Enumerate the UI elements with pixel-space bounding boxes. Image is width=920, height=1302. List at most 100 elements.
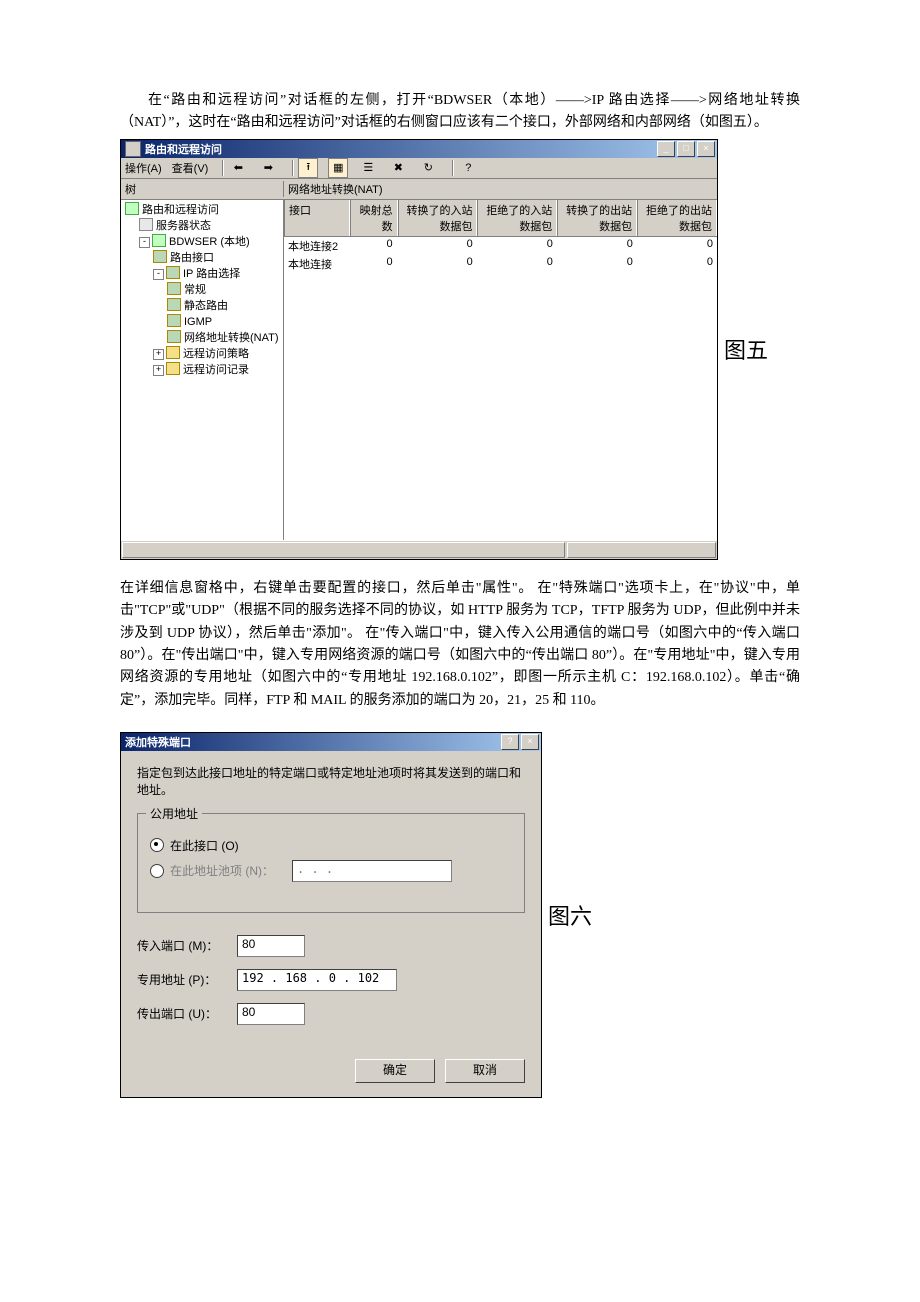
routing-window: 路由和远程访问 _ □ × 操作(A) 查看(V) ⬅ ➡ ⭱ ▦ ☰ ✖ ↻ [120,139,718,560]
help-button[interactable]: ? [501,734,519,750]
forward-icon[interactable]: ➡ [258,158,278,178]
tree-general[interactable]: 常规 [184,284,206,296]
collapse-icon[interactable]: - [153,269,164,280]
pool-address-field: . . . [292,860,452,882]
ok-button[interactable]: 确定 [355,1059,435,1083]
menu-action[interactable]: 操作(A) [125,160,162,176]
tree-log[interactable]: 远程访问记录 [183,364,249,376]
tree-nat[interactable]: 网络地址转换(NAT) [184,332,279,344]
tree-policy[interactable]: 远程访问策略 [183,348,249,360]
panel-header: 树 网络地址转换(NAT) [121,179,717,200]
host-icon [152,234,166,247]
radio-label: 在此地址池项 (N)： [170,862,274,879]
tree-ip-routing[interactable]: IP 路由选择 [183,268,240,280]
cell: 0 [637,238,717,254]
tree-route-if[interactable]: 路由接口 [170,252,214,264]
paragraph-1: 在“路由和远程访问”对话框的左侧，打开“BDWSER（本地）——>IP 路由选择… [120,90,800,135]
expand-icon[interactable]: + [153,365,164,376]
delete-icon[interactable]: ✖ [388,158,408,178]
prop-icon[interactable]: ☰ [358,158,378,178]
out-port-field[interactable]: 80 [237,1003,305,1025]
show-icon[interactable]: ▦ [328,158,348,178]
list-row[interactable]: 本地连接 0 0 0 0 0 [284,255,717,273]
paragraph-2: 在详细信息窗格中，右键单击要配置的接口，然后单击"属性"。 在"特殊端口"选项卡… [120,578,800,712]
tree-root[interactable]: 路由和远程访问 [142,204,219,216]
cancel-button[interactable]: 取消 [445,1059,525,1083]
radio-label: 在此接口 (O) [170,837,239,854]
refresh-icon[interactable]: ↻ [418,158,438,178]
out-port-label: 传出端口 (U)： [137,1005,237,1022]
up-icon[interactable]: ⭱ [298,158,318,178]
close-button[interactable]: × [697,141,715,157]
group-legend: 公用地址 [146,805,202,822]
leaf-icon [167,330,181,343]
col-mappings[interactable]: 映射总数 [350,200,397,236]
help-icon[interactable]: ? [458,158,478,178]
dialog-description: 指定包到达此接口地址的特定端口或特定地址池项时将其发送到的端口和地址。 [137,765,525,799]
menubar: 操作(A) 查看(V) ⬅ ➡ ⭱ ▦ ☰ ✖ ↻ ? [121,158,717,179]
leaf-icon [167,298,181,311]
col-out-trans[interactable]: 转换了的出站数据包 [557,200,637,236]
cell: 0 [397,238,477,254]
cell: 0 [397,256,477,272]
radio-on-interface[interactable]: 在此接口 (O) [150,837,512,854]
col-out-rej[interactable]: 拒绝了的出站数据包 [637,200,717,236]
cell: 0 [350,238,396,254]
dialog-titlebar: 添加特殊端口 ? × [121,733,541,751]
cell: 本地连接 [284,256,350,272]
col-in-trans[interactable]: 转换了的入站数据包 [398,200,478,236]
maximize-button[interactable]: □ [677,141,695,157]
leaf-icon [167,314,181,327]
if-icon [153,250,167,263]
tree-header: 树 [125,181,284,197]
close-button[interactable]: × [521,734,539,750]
server-icon [125,202,139,215]
add-port-dialog: 添加特殊端口 ? × 指定包到达此接口地址的特定端口或特定地址池项时将其发送到的… [120,732,542,1098]
titlebar: 路由和远程访问 _ □ × [121,140,717,158]
cell: 0 [350,256,396,272]
status-icon [139,218,153,231]
radio-on-pool: 在此地址池项 (N)： . . . [150,860,512,882]
figure-5-row: 路由和远程访问 _ □ × 操作(A) 查看(V) ⬅ ➡ ⭱ ▦ ☰ ✖ ↻ [120,139,800,560]
cell: 本地连接2 [284,238,350,254]
list-header[interactable]: 接口 映射总数 转换了的入站数据包 拒绝了的入站数据包 转换了的出站数据包 拒绝… [284,200,717,237]
col-in-rej[interactable]: 拒绝了的入站数据包 [477,200,557,236]
minimize-button[interactable]: _ [657,141,675,157]
cell: 0 [477,238,557,254]
radio-icon [150,864,164,878]
tree-igmp[interactable]: IGMP [184,316,212,328]
tree-server-status[interactable]: 服务器状态 [156,220,211,232]
window-title: 路由和远程访问 [145,141,657,157]
ip-icon [166,266,180,279]
expand-icon[interactable]: + [153,349,164,360]
tree-host[interactable]: BDWSER (本地) [169,236,250,248]
in-port-field[interactable]: 80 [237,935,305,957]
folder-icon [166,362,180,375]
col-interface[interactable]: 接口 [284,200,350,236]
statusbar [121,540,717,559]
collapse-icon[interactable]: - [139,237,150,248]
cell: 0 [557,256,637,272]
in-port-label: 传入端口 (M)： [137,937,237,954]
cell: 0 [637,256,717,272]
leaf-icon [167,282,181,295]
cell: 0 [557,238,637,254]
folder-icon [166,346,180,359]
radio-icon[interactable] [150,838,164,852]
tree-static[interactable]: 静态路由 [184,300,228,312]
back-icon[interactable]: ⬅ [228,158,248,178]
list-pane: 接口 映射总数 转换了的入站数据包 拒绝了的入站数据包 转换了的出站数据包 拒绝… [284,200,717,540]
app-icon [125,141,141,157]
priv-addr-label: 专用地址 (P)： [137,971,237,988]
priv-addr-field[interactable]: 192 . 168 . 0 . 102 [237,969,397,991]
figure-5-label: 图五 [724,333,768,365]
list-row[interactable]: 本地连接2 0 0 0 0 0 [284,237,717,255]
figure-6-label: 图六 [548,899,592,931]
tree-pane[interactable]: 路由和远程访问 服务器状态 - BDWSER (本地) 路由接口 - IP 路由选择 [121,200,284,540]
cell: 0 [477,256,557,272]
dialog-title: 添加特殊端口 [125,734,501,750]
menu-view[interactable]: 查看(V) [172,160,209,176]
list-header-title: 网络地址转换(NAT) [284,181,713,197]
figure-6-row: 添加特殊端口 ? × 指定包到达此接口地址的特定端口或特定地址池项时将其发送到的… [120,732,800,1098]
public-address-group: 公用地址 在此接口 (O) 在此地址池项 (N)： . . . [137,813,525,913]
